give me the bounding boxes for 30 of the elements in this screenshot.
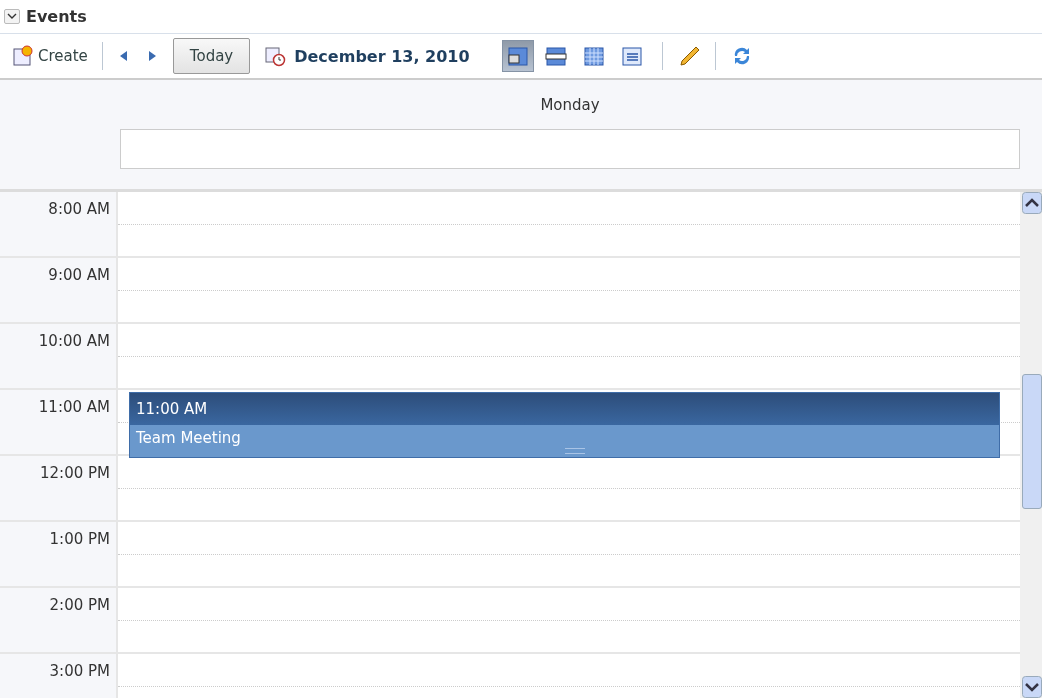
scroll-down-icon[interactable] (1022, 676, 1042, 698)
collapse-button[interactable] (4, 9, 20, 24)
view-button[interactable] (501, 40, 534, 72)
time-label: 8:00 AM (48, 200, 110, 218)
time-label: 12:00 PM (40, 464, 110, 482)
list-view-icon (619, 44, 644, 68)
scrollbar[interactable] (1020, 192, 1042, 698)
day-view-icon (505, 44, 530, 68)
scroll-up-icon[interactable] (1022, 192, 1042, 214)
event-title: Team Meeting (135, 428, 242, 449)
event-block[interactable]: 11:00 AM Team Meeting (129, 392, 1000, 458)
create-button[interactable]: Create (12, 45, 88, 67)
time-label: 9:00 AM (48, 266, 110, 284)
scroll-thumb[interactable] (1022, 374, 1042, 509)
time-label: 1:00 PM (49, 530, 110, 548)
today-button[interactable]: Today (172, 38, 251, 74)
current-date: December 13, 2010 (294, 46, 470, 66)
new-item-icon (12, 45, 34, 67)
month-view-icon (581, 44, 606, 68)
time-label: 11:00 AM (38, 398, 110, 416)
chevron-down-icon (7, 13, 17, 20)
week-view-icon (543, 44, 568, 68)
time-label: 10:00 AM (38, 332, 110, 350)
day-name: Monday (539, 95, 601, 116)
calendar-clock-icon[interactable] (264, 45, 287, 67)
time-label: 2:00 PM (49, 596, 110, 614)
panel-title: Events (26, 7, 87, 26)
resize-handle[interactable] (564, 448, 585, 454)
event-time: 11:00 AM (130, 393, 999, 425)
time-label: 3:00 PM (49, 662, 110, 680)
